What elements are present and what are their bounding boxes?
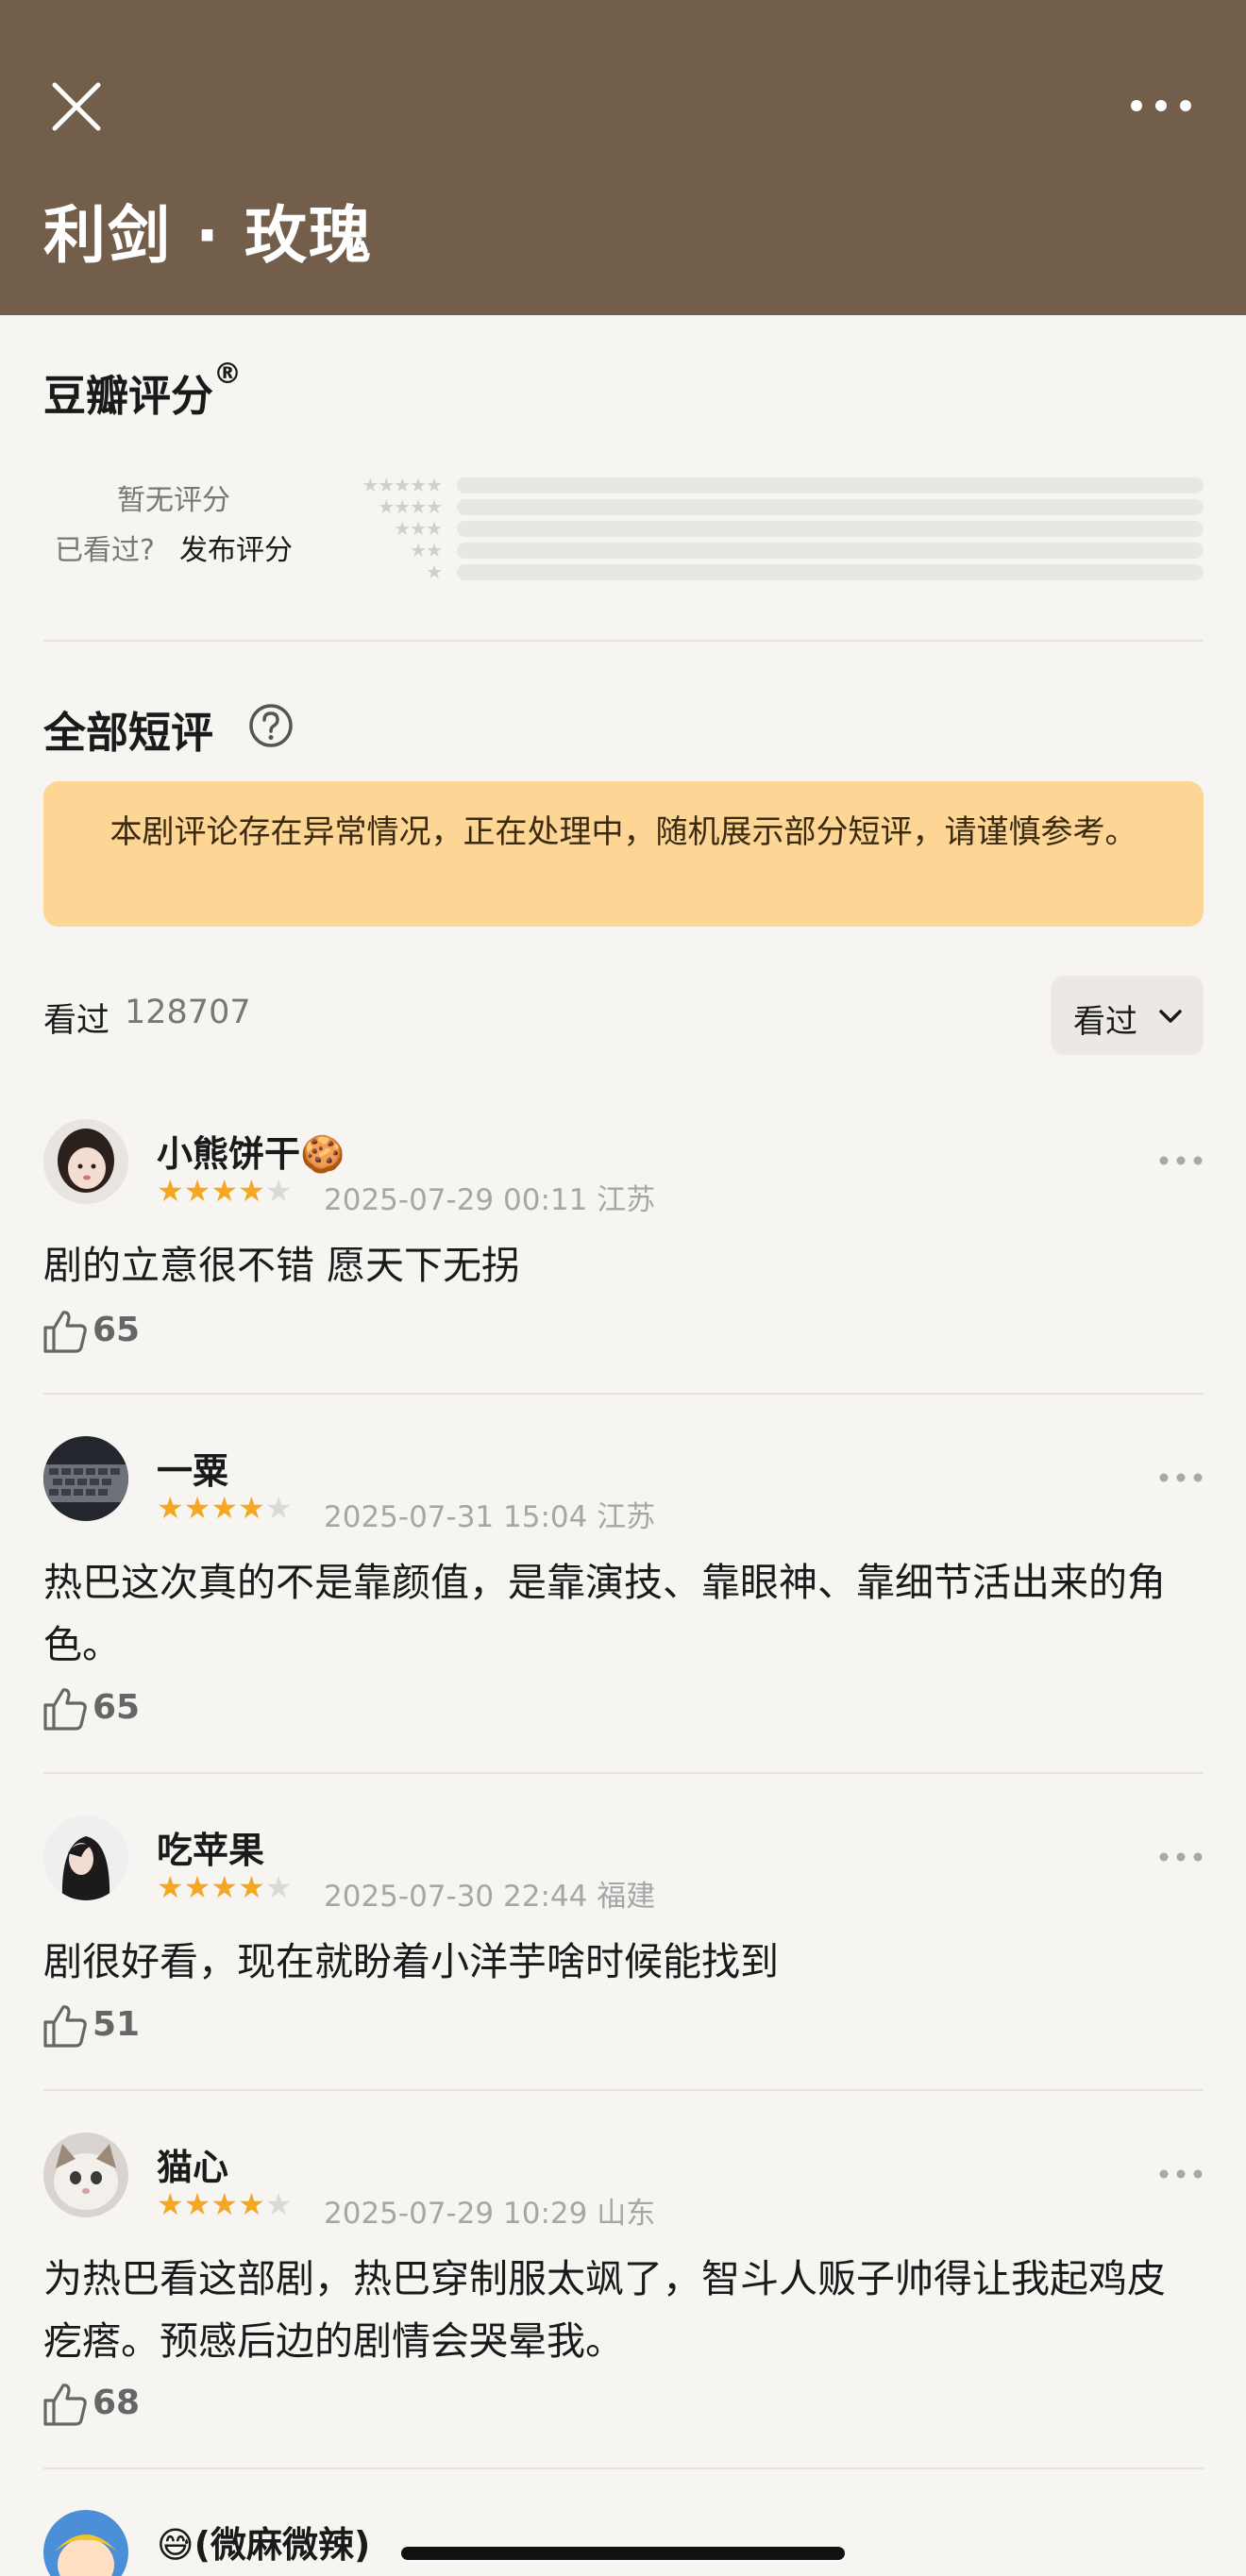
rating-heading: 豆瓣评分® [43,358,243,421]
comment-location: 福建 [597,1880,656,1914]
star-empty: ★ [264,1173,293,1209]
like-count: 51 [93,2005,141,2044]
rating-row-2: ★★ [0,539,1246,561]
comment-text: 热巴这次真的不是靠颜值，是靠演技、靠眼神、靠细节活出来的角色。 [43,1560,1166,1667]
star-empty: ★ [264,1869,293,1905]
page-title: 利剑 · 玫瑰 [43,199,374,272]
rating-bar [457,499,1204,515]
star-filled: ★★★★ [157,2186,265,2222]
comment-divider [43,2089,1204,2091]
home-indicator[interactable] [401,2547,845,2560]
comment-username[interactable]: 一粟 [157,1442,228,1494]
rating-row-1: ★ [0,560,1246,583]
section-divider [43,640,1204,642]
comment-username[interactable]: 猫心 [157,2138,228,2190]
more-icon[interactable] [1157,1848,1204,1866]
comment-meta: 2025-07-30 22:44 福建 [324,1872,655,1915]
comment-location: 江苏 [597,1500,656,1534]
chevron-down-icon [1159,1010,1182,1023]
comment-time: 2025-07-29 10:29 [324,2197,588,2231]
comment-text: 为热巴看这部剧，热巴穿制服太飒了，智斗人贩子帅得让我起鸡皮疙瘩。预感后边的剧情会… [43,2256,1166,2364]
rating-row-5: ★★★★★ [0,474,1246,496]
more-icon[interactable] [1123,87,1199,125]
more-icon[interactable] [1157,1468,1204,1487]
comment-text: 剧很好看，现在就盼着小洋芋啥时候能找到 [43,1939,779,1984]
rating-bar [457,543,1204,559]
rating-row-stars: ★★ [410,539,443,561]
avatar[interactable] [43,1815,128,1900]
comment-meta: 2025-07-29 10:29 山东 [324,2189,655,2232]
comment-stars: ★★★★★ [157,1174,292,1208]
avatar[interactable] [43,2510,128,2576]
abnormal-notice-banner: 本剧评论存在异常情况，正在处理中，随机展示部分短评，请谨慎参考。 [43,781,1204,927]
filter-label: 看过 [1073,1003,1137,1041]
comment-username[interactable]: 小熊饼干🍪 [157,1125,345,1177]
comment-stars: ★★★★★ [157,2187,292,2221]
comment-location: 江苏 [597,1183,656,1217]
star-filled: ★★★★ [157,1490,265,1526]
avatar[interactable] [43,1119,128,1204]
rating-row-stars: ★ [426,560,443,583]
comment-location: 山东 [597,2197,656,2231]
close-icon[interactable] [49,79,104,134]
thumbs-up-icon[interactable] [42,2381,89,2428]
comment-time: 2025-07-30 22:44 [324,1880,588,1914]
rating-row-3: ★★★ [0,517,1246,540]
star-empty: ★ [264,2186,293,2222]
seen-count: 128707 [125,994,251,1031]
avatar[interactable] [43,2133,128,2217]
star-filled: ★★★★ [157,1869,265,1905]
seen-label: 看过 [43,1002,110,1040]
avatar[interactable] [43,1436,128,1521]
comment-meta: 2025-07-31 15:04 江苏 [324,1493,655,1535]
thumbs-up-icon[interactable] [42,2002,89,2049]
comment-username[interactable]: 😅(微麻微辣) [157,2516,370,2568]
help-icon[interactable] [247,702,295,749]
filter-dropdown[interactable]: 看过 [1051,976,1204,1055]
more-icon[interactable] [1157,2165,1204,2183]
top-header: 利剑 · 玫瑰 [0,0,1246,315]
comment-stars: ★★★★★ [157,1870,292,1904]
rating-row-4: ★★★★ [0,495,1246,518]
comment-divider [43,1393,1204,1395]
comment-meta: 2025-07-29 00:11 江苏 [324,1176,655,1218]
star-filled: ★★★★ [157,1173,265,1209]
comment-time: 2025-07-29 00:11 [324,1183,588,1217]
like-count: 65 [93,1311,141,1349]
thumbs-up-icon[interactable] [42,1308,89,1355]
comment-stars: ★★★★★ [157,1491,292,1525]
comment-username[interactable]: 吃苹果 [157,1821,264,1873]
rating-row-stars: ★★★★★ [362,474,443,496]
like-count: 68 [93,2384,141,2422]
star-empty: ★ [264,1490,293,1526]
more-icon[interactable] [1157,1151,1204,1170]
comment-text: 剧的立意很不错 愿天下无拐 [43,1243,521,1288]
rating-bar [457,477,1204,493]
comment-divider [43,2467,1204,2469]
rating-row-stars: ★★★★ [378,495,443,518]
rating-row-stars: ★★★ [394,517,443,540]
like-count: 65 [93,1688,141,1727]
reviews-heading: 全部短评 [43,708,214,758]
rating-bar [457,564,1204,580]
comment-divider [43,1772,1204,1774]
thumbs-up-icon[interactable] [42,1685,89,1732]
rating-bar [457,521,1204,537]
comment-time: 2025-07-31 15:04 [324,1500,588,1534]
